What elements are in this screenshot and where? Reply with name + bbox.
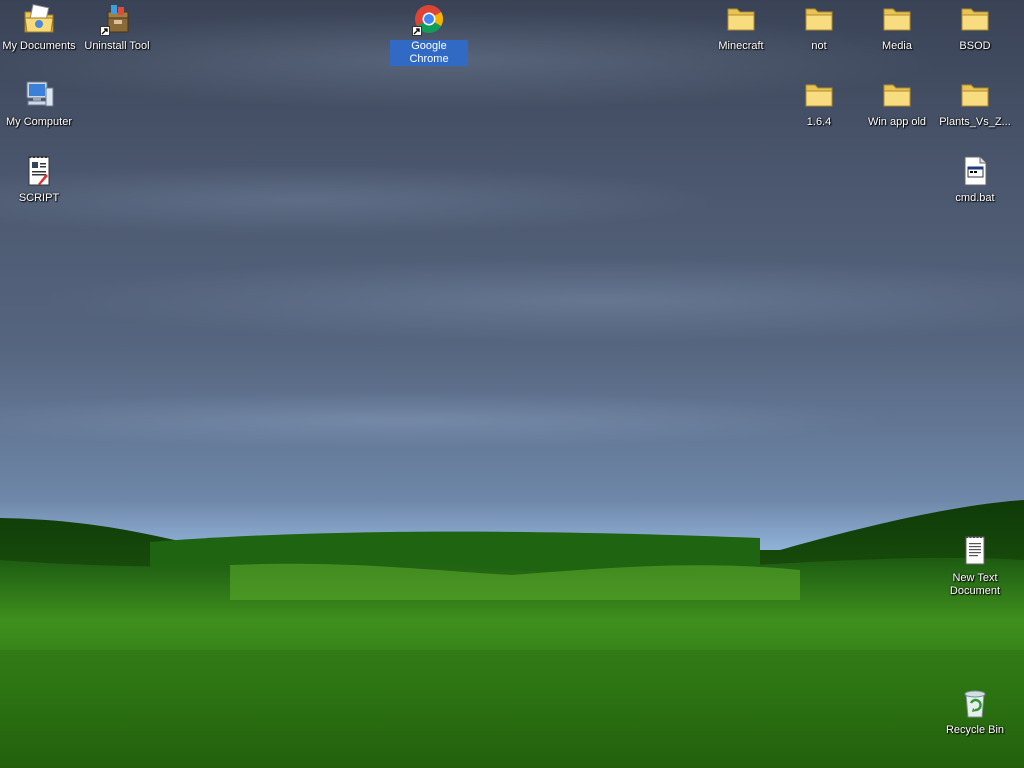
icon-label: cmd.bat — [955, 192, 995, 204]
desktop-icon-win-app-old[interactable]: Win app old — [858, 76, 936, 130]
desktop-icon-my-computer[interactable]: My Computer — [0, 76, 78, 130]
icon-label: SCRIPT — [18, 192, 60, 204]
desktop-icon-my-documents[interactable]: My Documents — [0, 0, 78, 54]
folder-icon — [880, 78, 914, 112]
icon-label: Google Chrome — [390, 40, 468, 66]
recycle-bin-icon — [958, 686, 992, 720]
icon-label: New Text Document — [949, 572, 1001, 597]
icon-label: not — [811, 40, 827, 52]
desktop-icon-plants-vs-zombies[interactable]: Plants_Vs_Z... — [936, 76, 1014, 130]
folder-icon — [958, 78, 992, 112]
desktop[interactable]: My Documents Uninstall Tool Google Chrom… — [0, 0, 1024, 768]
desktop-icon-not[interactable]: not — [780, 0, 858, 54]
desktop-icon-script[interactable]: SCRIPT — [0, 152, 78, 206]
shortcut-arrow-icon — [412, 26, 422, 36]
chrome-icon — [412, 2, 446, 36]
desktop-icon-cmd-bat[interactable]: cmd.bat — [936, 152, 1014, 206]
shortcut-arrow-icon — [100, 26, 110, 36]
icon-label: BSOD — [959, 40, 991, 52]
icon-label: Recycle Bin — [945, 724, 1005, 736]
batch-file-icon — [958, 154, 992, 188]
folder-icon — [724, 2, 758, 36]
my-computer-icon — [22, 78, 56, 112]
document-icon — [22, 154, 56, 188]
folder-icon — [958, 2, 992, 36]
desktop-icon-bsod[interactable]: BSOD — [936, 0, 1014, 54]
icon-label: Media — [882, 40, 912, 52]
uninstall-tool-icon — [100, 2, 134, 36]
text-document-icon — [958, 534, 992, 568]
icon-label: Plants_Vs_Z... — [939, 116, 1011, 128]
icon-label: My Documents — [2, 40, 76, 52]
desktop-icon-new-text-document[interactable]: New Text Document — [936, 532, 1014, 599]
folder-icon — [802, 2, 836, 36]
folder-icon — [802, 78, 836, 112]
desktop-icon-uninstall-tool[interactable]: Uninstall Tool — [78, 0, 156, 54]
desktop-icon-minecraft[interactable]: Minecraft — [702, 0, 780, 54]
icon-label: 1.6.4 — [806, 116, 832, 128]
wallpaper-hills — [0, 500, 1024, 768]
folder-icon — [880, 2, 914, 36]
icon-label: Uninstall Tool — [84, 40, 150, 52]
desktop-icon-media[interactable]: Media — [858, 0, 936, 54]
desktop-icon-1-6-4[interactable]: 1.6.4 — [780, 76, 858, 130]
icon-label: Minecraft — [718, 40, 764, 52]
icon-label: Win app old — [867, 116, 927, 128]
my-documents-icon — [22, 2, 56, 36]
desktop-icon-recycle-bin[interactable]: Recycle Bin — [936, 684, 1014, 738]
desktop-icon-google-chrome[interactable]: Google Chrome — [390, 0, 468, 67]
icon-label: My Computer — [5, 116, 73, 128]
